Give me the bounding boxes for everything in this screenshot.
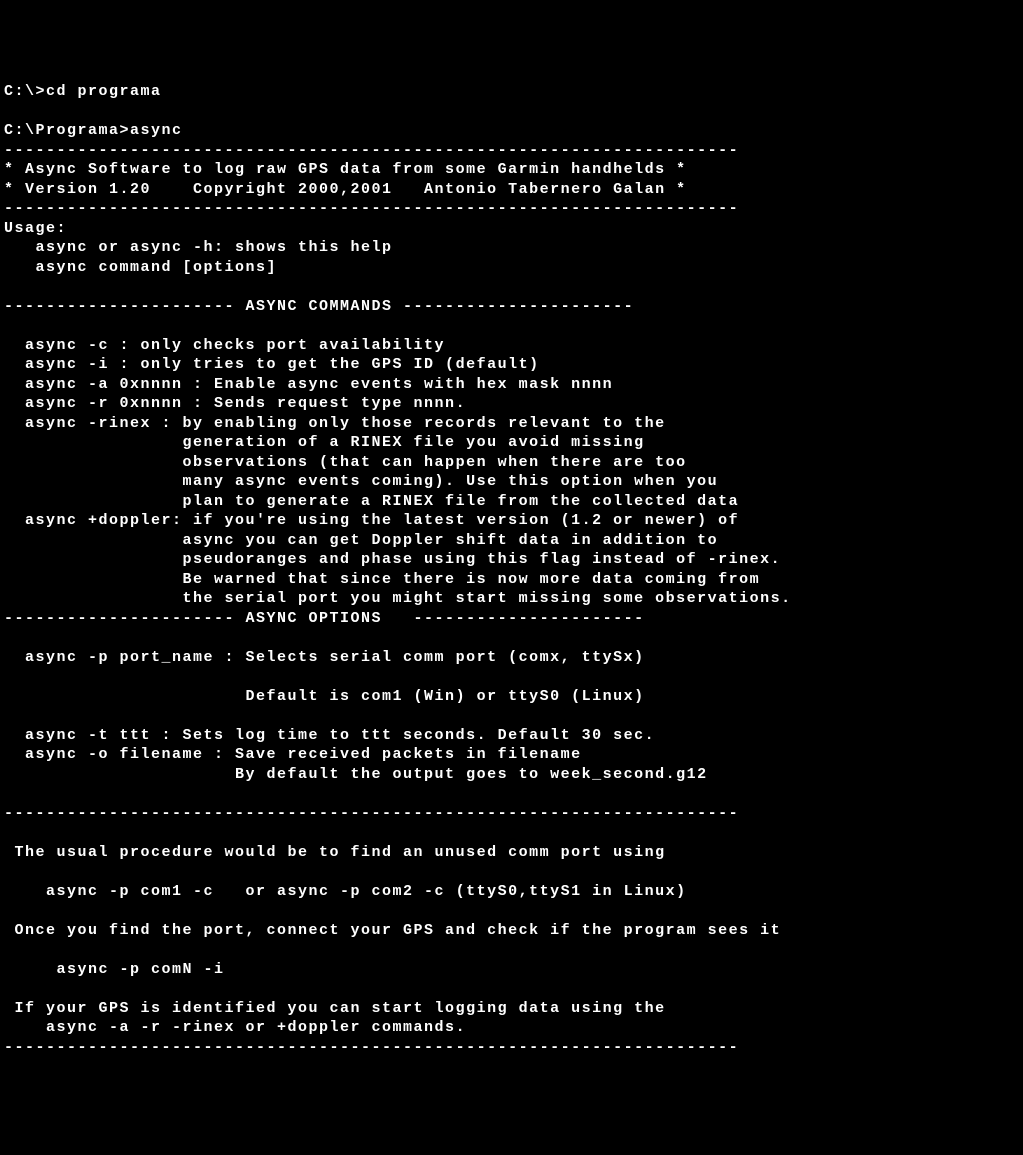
terminal-line: * Version 1.20 Copyright 2000,2001 Anton… bbox=[4, 180, 1019, 200]
terminal-line: many async events coming). Use this opti… bbox=[4, 472, 1019, 492]
terminal-line: ----------------------------------------… bbox=[4, 199, 1019, 219]
terminal-line bbox=[4, 784, 1019, 804]
terminal-line bbox=[4, 862, 1019, 882]
terminal-line: async command [options] bbox=[4, 258, 1019, 278]
terminal-line bbox=[4, 628, 1019, 648]
terminal-line: async -p comN -i bbox=[4, 960, 1019, 980]
terminal-line: observations (that can happen when there… bbox=[4, 453, 1019, 473]
terminal-line: async or async -h: shows this help bbox=[4, 238, 1019, 258]
terminal-line: * Async Software to log raw GPS data fro… bbox=[4, 160, 1019, 180]
terminal-line: async -p port_name : Selects serial comm… bbox=[4, 648, 1019, 668]
terminal-line bbox=[4, 901, 1019, 921]
terminal-line: If your GPS is identified you can start … bbox=[4, 999, 1019, 1019]
terminal-line bbox=[4, 823, 1019, 843]
terminal-line: Once you find the port, connect your GPS… bbox=[4, 921, 1019, 941]
terminal-line: pseudoranges and phase using this flag i… bbox=[4, 550, 1019, 570]
terminal-line: async -rinex : by enabling only those re… bbox=[4, 414, 1019, 434]
terminal-line: generation of a RINEX file you avoid mis… bbox=[4, 433, 1019, 453]
terminal-line: Be warned that since there is now more d… bbox=[4, 570, 1019, 590]
terminal-line: async -p com1 -c or async -p com2 -c (tt… bbox=[4, 882, 1019, 902]
terminal-line: Default is com1 (Win) or ttyS0 (Linux) bbox=[4, 687, 1019, 707]
terminal-line: By default the output goes to week_secon… bbox=[4, 765, 1019, 785]
terminal-line bbox=[4, 277, 1019, 297]
terminal-line: ---------------------- ASYNC COMMANDS --… bbox=[4, 297, 1019, 317]
terminal-output: C:\>cd programa C:\Programa>async-------… bbox=[4, 82, 1019, 1057]
terminal-line: async -o filename : Save received packet… bbox=[4, 745, 1019, 765]
terminal-line: The usual procedure would be to find an … bbox=[4, 843, 1019, 863]
terminal-line: async -r 0xnnnn : Sends request type nnn… bbox=[4, 394, 1019, 414]
terminal-line: ----------------------------------------… bbox=[4, 1038, 1019, 1058]
terminal-line: C:\>cd programa bbox=[4, 82, 1019, 102]
terminal-line: async -a 0xnnnn : Enable async events wi… bbox=[4, 375, 1019, 395]
terminal-line bbox=[4, 667, 1019, 687]
terminal-line bbox=[4, 706, 1019, 726]
terminal-line bbox=[4, 979, 1019, 999]
terminal-line: async you can get Doppler shift data in … bbox=[4, 531, 1019, 551]
terminal-line: C:\Programa>async bbox=[4, 121, 1019, 141]
terminal-line: async -t ttt : Sets log time to ttt seco… bbox=[4, 726, 1019, 746]
terminal-line: ----------------------------------------… bbox=[4, 804, 1019, 824]
terminal-line bbox=[4, 940, 1019, 960]
terminal-line bbox=[4, 316, 1019, 336]
terminal-line bbox=[4, 102, 1019, 122]
terminal-line: ---------------------- ASYNC OPTIONS ---… bbox=[4, 609, 1019, 629]
terminal-line: async -a -r -rinex or +doppler commands. bbox=[4, 1018, 1019, 1038]
terminal-line: async -c : only checks port availability bbox=[4, 336, 1019, 356]
terminal-line: async +doppler: if you're using the late… bbox=[4, 511, 1019, 531]
terminal-line: Usage: bbox=[4, 219, 1019, 239]
terminal-line: the serial port you might start missing … bbox=[4, 589, 1019, 609]
terminal-line: async -i : only tries to get the GPS ID … bbox=[4, 355, 1019, 375]
terminal-line: ----------------------------------------… bbox=[4, 141, 1019, 161]
terminal-line: plan to generate a RINEX file from the c… bbox=[4, 492, 1019, 512]
